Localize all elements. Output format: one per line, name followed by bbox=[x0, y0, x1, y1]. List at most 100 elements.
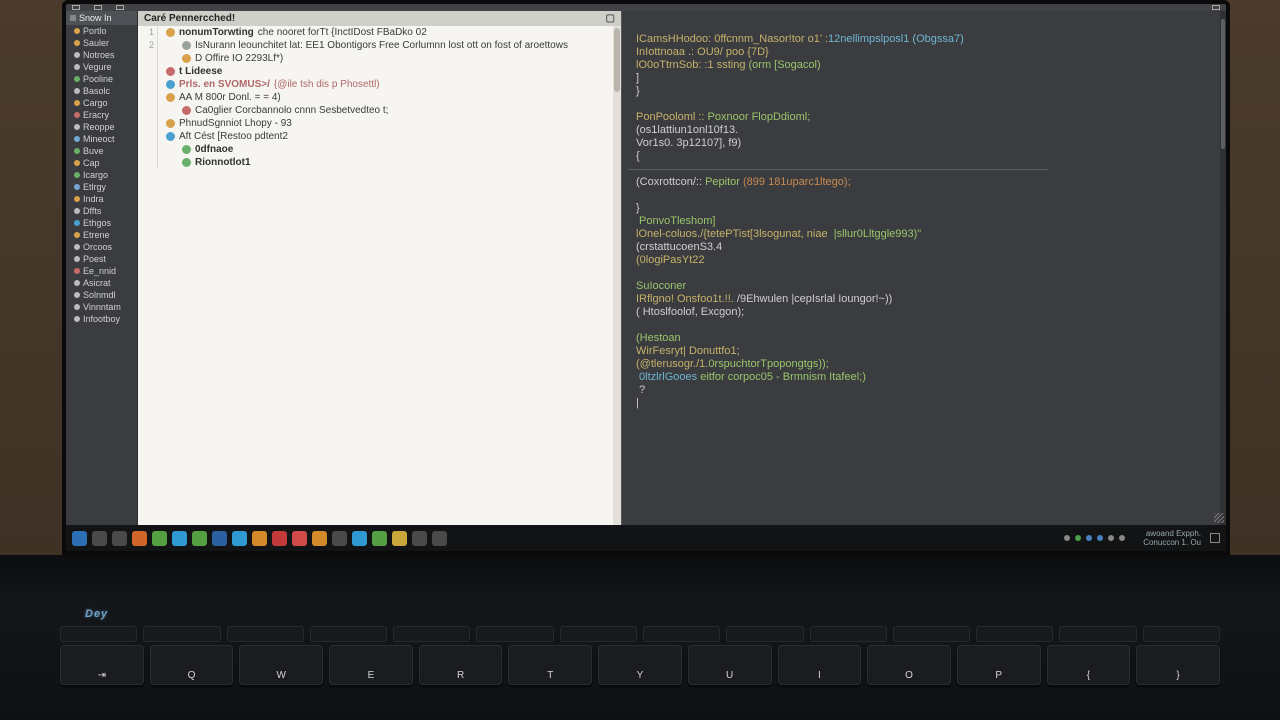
sidebar-item[interactable]: Dffts bbox=[66, 205, 137, 217]
folder-icon bbox=[74, 76, 80, 82]
sidebar-item[interactable]: Etrene bbox=[66, 229, 137, 241]
sidebar-header[interactable]: Snow In bbox=[66, 11, 137, 25]
taskbar-app-icon[interactable] bbox=[172, 531, 187, 546]
outline-item[interactable]: Ca0glier Corcbannolo cnnn Sesbetvedteo t… bbox=[142, 104, 617, 117]
code-line: InIottnoaa .: OU9/ poo {7D} bbox=[636, 46, 1212, 59]
sidebar-item[interactable]: Ethgos bbox=[66, 217, 137, 229]
sidebar-item[interactable]: Mineoct bbox=[66, 133, 137, 145]
taskbar-app-icon[interactable] bbox=[212, 531, 227, 546]
code-line: ( Htoslfoolof, Excgon); bbox=[636, 306, 1212, 319]
taskbar-app-icon[interactable] bbox=[112, 531, 127, 546]
sidebar-item[interactable]: Ee_nnid bbox=[66, 265, 137, 277]
workspace: Snow In PortloSaulerNotroesVegurePooline… bbox=[66, 11, 1226, 525]
scrollbar-thumb[interactable] bbox=[614, 28, 620, 92]
outline-item[interactable]: AA M 800r Donl. = = 4) bbox=[142, 91, 617, 104]
taskbar-app-icon[interactable] bbox=[72, 531, 87, 546]
sidebar-item[interactable]: Asicrat bbox=[66, 277, 137, 289]
outline-item[interactable]: 0dfnaoe bbox=[142, 143, 617, 156]
taskbar-app-icon[interactable] bbox=[272, 531, 287, 546]
outline-item[interactable]: Rionnotlot1 bbox=[142, 156, 617, 169]
taskbar-app-icon[interactable] bbox=[392, 531, 407, 546]
keyboard-fn-row bbox=[60, 626, 1220, 644]
show-desktop-icon[interactable] bbox=[1210, 533, 1220, 543]
bullet-icon bbox=[182, 106, 191, 115]
outline-item[interactable]: IsNurann leounchitet lat: EE1 Obontigors… bbox=[142, 39, 617, 52]
outline-scrollbar[interactable] bbox=[613, 26, 621, 525]
taskbar-app-icon[interactable] bbox=[412, 531, 427, 546]
tray-dot[interactable] bbox=[1097, 535, 1103, 541]
tray-dot[interactable] bbox=[1064, 535, 1070, 541]
bullet-icon bbox=[166, 28, 175, 37]
code-editor[interactable]: ICamsHHodoo: 0ffcnnm_Nasor!tor o1' :12ne… bbox=[622, 11, 1226, 525]
outline-tab[interactable]: Caré Pennercched! ▢ bbox=[138, 11, 621, 26]
key: Q bbox=[150, 645, 234, 685]
bullet-icon bbox=[182, 145, 191, 154]
sidebar-item[interactable]: Cap bbox=[66, 157, 137, 169]
tray-clock[interactable]: awoand Expph. Conuccon 1. Ou bbox=[1143, 529, 1201, 547]
sidebar-item[interactable]: Portlo bbox=[66, 25, 137, 37]
win-back-icon[interactable] bbox=[72, 5, 80, 10]
outline-item[interactable]: t Lideese bbox=[142, 65, 617, 78]
scrollbar-thumb[interactable] bbox=[1221, 19, 1225, 149]
key: O bbox=[867, 645, 951, 685]
sidebar-item[interactable]: Reoppe bbox=[66, 121, 137, 133]
tray-dot[interactable] bbox=[1119, 535, 1125, 541]
sidebar-item[interactable]: Etlrgy bbox=[66, 181, 137, 193]
sidebar-item[interactable]: Pooline bbox=[66, 73, 137, 85]
key: E bbox=[329, 645, 413, 685]
outline-item[interactable]: PhnudSgnniot Lhopy - 93 bbox=[142, 117, 617, 130]
close-icon[interactable]: ▢ bbox=[606, 11, 615, 26]
sidebar-item[interactable]: Vegure bbox=[66, 61, 137, 73]
sidebar-item[interactable]: Sauler bbox=[66, 37, 137, 49]
folder-icon bbox=[74, 136, 80, 142]
folder-icon bbox=[74, 232, 80, 238]
taskbar-app-icon[interactable] bbox=[252, 531, 267, 546]
folder-icon bbox=[74, 64, 80, 70]
taskbar-app-icon[interactable] bbox=[432, 531, 447, 546]
tray-dot[interactable] bbox=[1108, 535, 1114, 541]
folder-icon bbox=[74, 112, 80, 118]
taskbar-app-icon[interactable] bbox=[312, 531, 327, 546]
taskbar-app-icon[interactable] bbox=[352, 531, 367, 546]
sidebar-item[interactable]: Cargo bbox=[66, 97, 137, 109]
screen: Snow In PortloSaulerNotroesVegurePooline… bbox=[62, 0, 1230, 555]
sidebar-item[interactable]: Buve bbox=[66, 145, 137, 157]
resize-handle[interactable] bbox=[1214, 513, 1224, 523]
taskbar-app-icon[interactable] bbox=[92, 531, 107, 546]
sidebar-item[interactable]: Icargo bbox=[66, 169, 137, 181]
win-max-icon[interactable] bbox=[1212, 5, 1220, 10]
folder-icon bbox=[74, 316, 80, 322]
sidebar-item[interactable]: Solnmdl bbox=[66, 289, 137, 301]
outline-item[interactable]: D Offire IO 2293Lf*) bbox=[142, 52, 617, 65]
editor-scrollbar[interactable] bbox=[1220, 11, 1226, 525]
taskbar-app-icon[interactable] bbox=[332, 531, 347, 546]
win-restore-icon[interactable] bbox=[94, 5, 102, 10]
sidebar-item[interactable]: Poest bbox=[66, 253, 137, 265]
folder-icon bbox=[74, 40, 80, 46]
sidebar-item[interactable]: Orcoos bbox=[66, 241, 137, 253]
taskbar-app-icon[interactable] bbox=[132, 531, 147, 546]
folder-icon bbox=[74, 160, 80, 166]
fn-key bbox=[476, 626, 553, 642]
taskbar-app-icon[interactable] bbox=[152, 531, 167, 546]
bullet-icon bbox=[182, 54, 191, 63]
taskbar-app-icon[interactable] bbox=[292, 531, 307, 546]
sidebar-item[interactable]: Indra bbox=[66, 193, 137, 205]
code-line: (os1lattiun1onl10f13. bbox=[636, 124, 1212, 137]
sidebar-item[interactable]: Vinnntam bbox=[66, 301, 137, 313]
tray-dot[interactable] bbox=[1075, 535, 1081, 541]
outline-item[interactable]: nonumTorwting che nooret forTt {InctIDos… bbox=[142, 26, 617, 39]
outline-body: 12 nonumTorwting che nooret forTt {InctI… bbox=[138, 26, 621, 169]
taskbar-app-icon[interactable] bbox=[232, 531, 247, 546]
sidebar-item[interactable]: Notroes bbox=[66, 49, 137, 61]
win-play-icon[interactable] bbox=[116, 5, 124, 10]
key: } bbox=[1136, 645, 1220, 685]
outline-item[interactable]: Prls. en SVOMUS>/ {@ile tsh dis p Phoset… bbox=[142, 78, 617, 91]
sidebar-item[interactable]: Infootboy bbox=[66, 313, 137, 325]
taskbar-app-icon[interactable] bbox=[192, 531, 207, 546]
outline-item[interactable]: Aft Cést [Restoo pdtent2 bbox=[142, 130, 617, 143]
sidebar-item[interactable]: Eracry bbox=[66, 109, 137, 121]
sidebar-item[interactable]: Basolc bbox=[66, 85, 137, 97]
taskbar-app-icon[interactable] bbox=[372, 531, 387, 546]
tray-dot[interactable] bbox=[1086, 535, 1092, 541]
